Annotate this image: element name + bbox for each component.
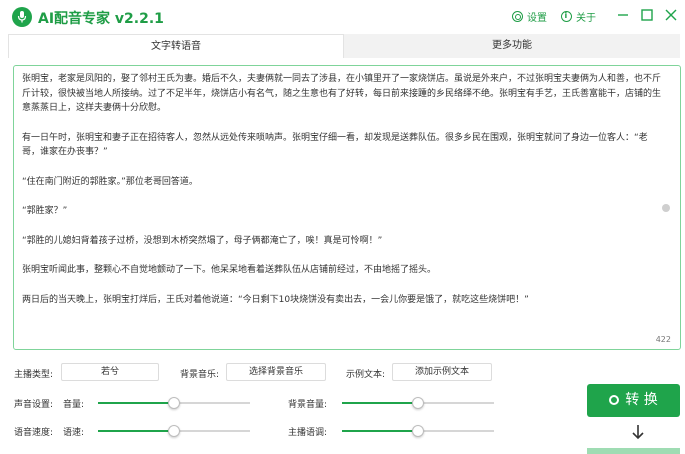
tab-text-to-speech[interactable]: 文字转语音	[8, 34, 344, 58]
slider-handle[interactable]	[412, 397, 424, 409]
settings-button[interactable]: 设置	[512, 9, 547, 24]
convert-button[interactable]: 转 换	[587, 384, 680, 417]
slider-handle[interactable]	[412, 425, 424, 437]
intonation-slider[interactable]	[342, 425, 494, 437]
slider-handle[interactable]	[168, 425, 180, 437]
editor-paragraph: 两日后的当天晚上，张明宝打烊后，王氏对着他说道：“今日剩下10块烧饼没有卖出去，…	[22, 294, 529, 305]
bg-volume-slider[interactable]	[342, 397, 494, 409]
editor-paragraph: 有一日午时，张明宝和妻子正在招待客人，忽然从远处传来唢呐声。张明宝仔细一看，却发…	[22, 132, 648, 158]
title-bar: AI配音专家 v2.2.1 设置 关于	[0, 0, 685, 34]
settings-label: 设置	[527, 13, 547, 24]
speed-setting-label: 语音速度:	[14, 428, 54, 438]
about-button[interactable]: 关于	[561, 9, 596, 24]
about-label: 关于	[576, 13, 596, 24]
close-icon[interactable]	[663, 7, 679, 23]
anchor-type-select[interactable]: 若兮	[61, 363, 159, 381]
editor-paragraph: 张明宝，老家是凤阳的，娶了邻村王氏为妻。婚后不久，夫妻俩就一同去了涉县，在小镇里…	[22, 74, 662, 113]
microphone-icon	[17, 11, 27, 23]
anchor-type-label: 主播类型:	[14, 370, 54, 380]
speed-slider[interactable]	[98, 425, 250, 437]
arrow-down-icon	[632, 425, 644, 440]
bg-music-label: 背景音乐:	[180, 370, 220, 380]
gear-icon	[512, 11, 523, 22]
select-bg-music-button[interactable]: 选择背景音乐	[226, 363, 326, 381]
clear-text-icon[interactable]	[662, 204, 670, 212]
editor-paragraph: “郭胜的儿媳妇背着孩子过桥，没想到木桥突然塌了，母子俩都淹亡了，唉！真是可怜啊！…	[22, 235, 383, 246]
tab-bar: 文字转语音 更多功能	[8, 34, 680, 58]
secondary-action-button[interactable]	[587, 448, 680, 454]
convert-label: 转 换	[625, 392, 658, 408]
speed-label: 语速:	[63, 428, 85, 438]
editor-paragraph: “住在南门附近的郭胜家。”那位老哥回答道。	[22, 176, 198, 187]
tab-more-features[interactable]: 更多功能	[344, 34, 680, 58]
text-editor[interactable]: 张明宝，老家是凤阳的，娶了邻村王氏为妻。婚后不久，夫妻俩就一同去了涉县，在小镇里…	[13, 65, 681, 350]
app-logo-icon	[12, 7, 32, 27]
slider-handle[interactable]	[168, 397, 180, 409]
maximize-icon[interactable]	[639, 7, 655, 23]
minimize-icon[interactable]	[615, 7, 631, 23]
editor-paragraph: 张明宝听闻此事，整颗心不自觉地颤动了一下。他呆呆地看着送葬队伍从店铺前经过，不由…	[22, 265, 437, 275]
info-icon	[561, 11, 572, 22]
editor-paragraph: “郭胜家？”	[22, 206, 68, 216]
volume-slider[interactable]	[98, 397, 250, 409]
add-sample-text-button[interactable]: 添加示例文本	[392, 363, 492, 381]
editor-content[interactable]: 张明宝，老家是凤阳的，娶了邻村王氏为妻。婚后不久，夫妻俩就一同去了涉县，在小镇里…	[22, 72, 662, 322]
convert-icon	[609, 395, 620, 405]
character-count: 422	[655, 335, 671, 344]
volume-label: 音量:	[63, 400, 85, 410]
app-title: AI配音专家 v2.2.1	[38, 11, 164, 27]
bg-volume-label: 背景音量:	[288, 400, 328, 410]
intonation-label: 主播语调:	[288, 428, 328, 438]
sample-text-label: 示例文本:	[346, 370, 386, 380]
voice-settings-label: 声音设置:	[14, 400, 54, 410]
